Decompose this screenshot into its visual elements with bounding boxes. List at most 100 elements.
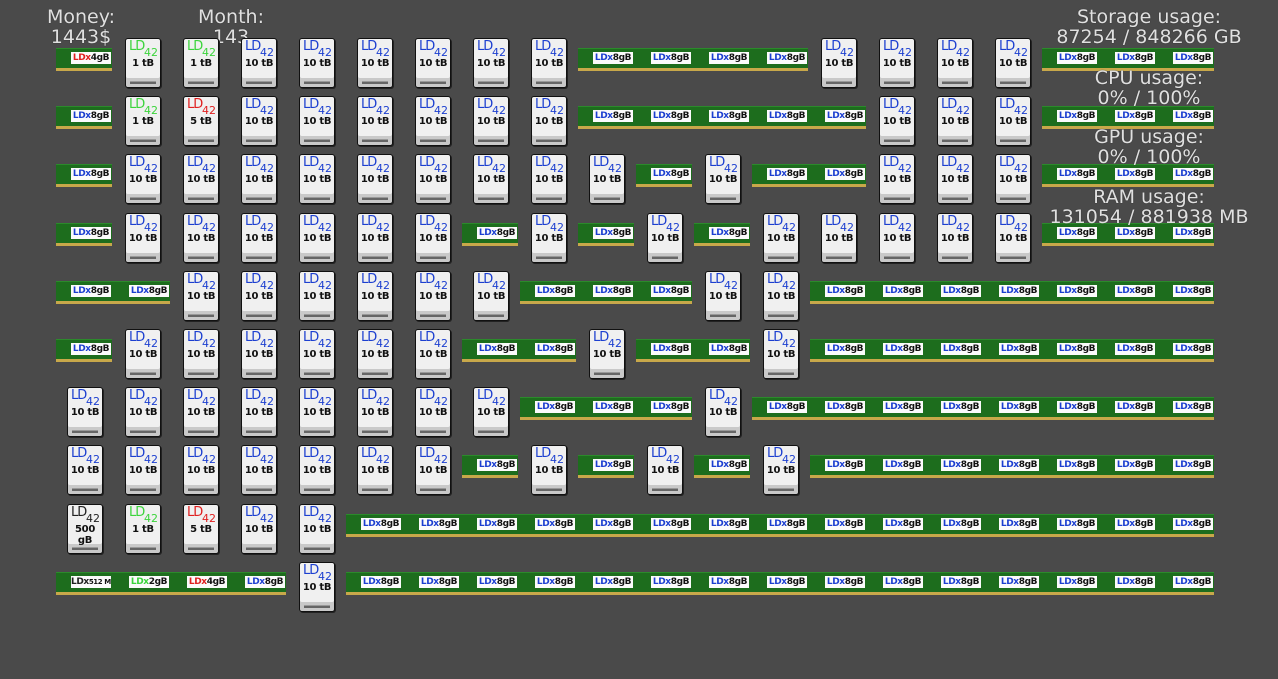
hdd-10tb-drive[interactable]: LD 42 10 tB bbox=[531, 96, 567, 146]
ram-module-board[interactable]: LDx8gB bbox=[578, 223, 634, 246]
ram-8gb-stick[interactable]: LDx8gB bbox=[825, 285, 865, 297]
hdd-10tb-drive[interactable]: LD 42 10 tB bbox=[937, 96, 973, 146]
ram-8gb-stick[interactable]: LDx8gB bbox=[651, 401, 691, 413]
hdd-10tb-drive[interactable]: LD 42 10 tB bbox=[357, 329, 393, 379]
ram-8gb-stick[interactable]: LDx8gB bbox=[593, 110, 633, 122]
ram-8gb-stick[interactable]: LDx8gB bbox=[1057, 285, 1097, 297]
ram-8gb-stick[interactable]: LDx8gB bbox=[1173, 518, 1213, 530]
ram-8gb-stick[interactable]: LDx8gB bbox=[361, 576, 401, 588]
ram-8gb-stick[interactable]: LDx8gB bbox=[651, 343, 691, 355]
hdd-10tb-drive[interactable]: LD 42 10 tB bbox=[241, 387, 277, 437]
hdd-10tb-drive[interactable]: LD 42 10 tB bbox=[183, 445, 219, 495]
hdd-10tb-drive[interactable]: LD 42 10 tB bbox=[589, 329, 625, 379]
ram-8gb-stick[interactable]: LDx8gB bbox=[651, 285, 691, 297]
ram-8gb-stick[interactable]: LDx8gB bbox=[883, 343, 923, 355]
hdd-10tb-drive[interactable]: LD 42 10 tB bbox=[299, 154, 335, 204]
ram-module-board[interactable]: LDx8gB LDx8gB LDx8gB LDx8gB LDx8gB LDx8gB LDx8… bbox=[346, 572, 1214, 595]
hdd-10tb-drive[interactable]: LD 42 10 tB bbox=[473, 96, 509, 146]
ram-8gb-stick[interactable]: LDx8gB bbox=[941, 576, 981, 588]
hdd-10tb-drive[interactable]: LD 42 10 tB bbox=[241, 38, 277, 88]
hdd-10tb-drive[interactable]: LD 42 10 tB bbox=[183, 387, 219, 437]
ram-8gb-stick[interactable]: LDx8gB bbox=[999, 401, 1039, 413]
ram-8gb-stick[interactable]: LDx8gB bbox=[883, 285, 923, 297]
ram-8gb-stick[interactable]: LDx8gB bbox=[825, 459, 865, 471]
ram-module-board[interactable]: LDx8gB LDx8gB LDx8gB LDx8gB LDx8gB LDx8gB LDx8… bbox=[810, 339, 1214, 362]
ram-8gb-stick[interactable]: LDx8gB bbox=[245, 576, 285, 588]
ram-8gb-stick[interactable]: LDx8gB bbox=[71, 110, 111, 122]
ram-8gb-stick[interactable]: LDx8gB bbox=[593, 227, 633, 239]
hdd-10tb-drive[interactable]: LD 42 10 tB bbox=[995, 96, 1031, 146]
ram-8gb-stick[interactable]: LDx8gB bbox=[1115, 459, 1155, 471]
ram-module-board[interactable]: LDx8gB bbox=[56, 339, 112, 362]
hdd-10tb-drive[interactable]: LD 42 10 tB bbox=[125, 445, 161, 495]
ram-8gb-stick[interactable]: LDx8gB bbox=[767, 401, 807, 413]
ram-8gb-stick[interactable]: LDx8gB bbox=[941, 285, 981, 297]
hdd-10tb-drive[interactable]: LD 42 10 tB bbox=[821, 213, 857, 263]
ram-8gb-stick[interactable]: LDx8gB bbox=[651, 518, 691, 530]
ram-module-board[interactable]: LDx8gB LDx8gB bbox=[56, 281, 170, 304]
hdd-10tb-drive[interactable]: LD 42 10 tB bbox=[241, 445, 277, 495]
ram-8gb-stick[interactable]: LDx8gB bbox=[1115, 343, 1155, 355]
hdd-10tb-drive[interactable]: LD 42 10 tB bbox=[415, 445, 451, 495]
ram-module-board[interactable]: LDx8gB bbox=[56, 223, 112, 246]
hdd-10tb-drive[interactable]: LD 42 10 tB bbox=[415, 96, 451, 146]
hdd-10tb-drive[interactable]: LD 42 10 tB bbox=[415, 38, 451, 88]
hdd-10tb-drive[interactable]: LD 42 10 tB bbox=[879, 38, 915, 88]
ram-8gb-stick[interactable]: LDx8gB bbox=[651, 168, 691, 180]
ram-2gb-stick[interactable]: LDx2gB bbox=[129, 576, 169, 588]
ram-8gb-stick[interactable]: LDx8gB bbox=[71, 285, 111, 297]
ram-module-board[interactable]: LDx8gB LDx8gB LDx8gB LDx8gB LDx8gB LDx8gB LDx8… bbox=[346, 514, 1214, 537]
hdd-5tb-drive[interactable]: LD 42 5 tB bbox=[183, 504, 219, 554]
ram-8gb-stick[interactable]: LDx8gB bbox=[825, 343, 865, 355]
hdd-10tb-drive[interactable]: LD 42 10 tB bbox=[879, 154, 915, 204]
hdd-10tb-drive[interactable]: LD 42 10 tB bbox=[183, 329, 219, 379]
hdd-10tb-drive[interactable]: LD 42 10 tB bbox=[299, 38, 335, 88]
ram-8gb-stick[interactable]: LDx8gB bbox=[1173, 110, 1213, 122]
hdd-10tb-drive[interactable]: LD 42 10 tB bbox=[241, 154, 277, 204]
ram-8gb-stick[interactable]: LDx8gB bbox=[1115, 518, 1155, 530]
hdd-10tb-drive[interactable]: LD 42 10 tB bbox=[299, 96, 335, 146]
ram-8gb-stick[interactable]: LDx8gB bbox=[709, 52, 749, 64]
hdd-1tb-drive[interactable]: LD 42 1 tB bbox=[183, 38, 219, 88]
hdd-10tb-drive[interactable]: LD 42 10 tB bbox=[879, 213, 915, 263]
ram-8gb-stick[interactable]: LDx8gB bbox=[535, 401, 575, 413]
ram-8gb-stick[interactable]: LDx8gB bbox=[883, 401, 923, 413]
ram-8gb-stick[interactable]: LDx8gB bbox=[477, 576, 517, 588]
hdd-500gb-drive[interactable]: LD 42 500 gB bbox=[67, 504, 103, 554]
ram-8gb-stick[interactable]: LDx8gB bbox=[419, 518, 459, 530]
ram-module-board[interactable]: LDx8gB LDx8gB LDx8gB bbox=[520, 281, 692, 304]
ram-8gb-stick[interactable]: LDx8gB bbox=[825, 401, 865, 413]
ram-8gb-stick[interactable]: LDx8gB bbox=[1173, 52, 1213, 64]
ram-8gb-stick[interactable]: LDx8gB bbox=[767, 52, 807, 64]
ram-8gb-stick[interactable]: LDx8gB bbox=[767, 168, 807, 180]
hdd-10tb-drive[interactable]: LD 42 10 tB bbox=[647, 213, 683, 263]
ram-module-board[interactable]: LDx8gB bbox=[578, 455, 634, 478]
ram-8gb-stick[interactable]: LDx8gB bbox=[1057, 459, 1097, 471]
hdd-10tb-drive[interactable]: LD 42 10 tB bbox=[183, 154, 219, 204]
ram-module-board[interactable]: LDx8gB bbox=[636, 164, 692, 187]
ram-8gb-stick[interactable]: LDx8gB bbox=[1173, 285, 1213, 297]
hdd-10tb-drive[interactable]: LD 42 10 tB bbox=[125, 154, 161, 204]
ram-8gb-stick[interactable]: LDx8gB bbox=[999, 285, 1039, 297]
hdd-10tb-drive[interactable]: LD 42 10 tB bbox=[705, 271, 741, 321]
ram-8gb-stick[interactable]: LDx8gB bbox=[71, 168, 111, 180]
ram-module-board[interactable]: LDx8gB LDx8gB bbox=[752, 164, 866, 187]
ram-8gb-stick[interactable]: LDx8gB bbox=[825, 576, 865, 588]
ram-8gb-stick[interactable]: LDx8gB bbox=[941, 518, 981, 530]
ram-8gb-stick[interactable]: LDx8gB bbox=[1115, 576, 1155, 588]
ram-8gb-stick[interactable]: LDx8gB bbox=[1115, 168, 1155, 180]
ram-8gb-stick[interactable]: LDx8gB bbox=[1173, 576, 1213, 588]
hdd-10tb-drive[interactable]: LD 42 10 tB bbox=[473, 387, 509, 437]
ram-module-board[interactable]: LDx8gB bbox=[694, 455, 750, 478]
hdd-10tb-drive[interactable]: LD 42 10 tB bbox=[763, 271, 799, 321]
hdd-10tb-drive[interactable]: LD 42 10 tB bbox=[531, 213, 567, 263]
ram-8gb-stick[interactable]: LDx8gB bbox=[1115, 285, 1155, 297]
ram-module-board[interactable]: LDx8gB bbox=[694, 223, 750, 246]
ram-8gb-stick[interactable]: LDx8gB bbox=[651, 110, 691, 122]
hdd-10tb-drive[interactable]: LD 42 10 tB bbox=[183, 271, 219, 321]
hdd-10tb-drive[interactable]: LD 42 10 tB bbox=[125, 329, 161, 379]
hdd-10tb-drive[interactable]: LD 42 10 tB bbox=[763, 213, 799, 263]
ram-8gb-stick[interactable]: LDx8gB bbox=[883, 459, 923, 471]
ram-module-board[interactable]: LDx4gB bbox=[56, 48, 112, 71]
hdd-10tb-drive[interactable]: LD 42 10 tB bbox=[589, 154, 625, 204]
